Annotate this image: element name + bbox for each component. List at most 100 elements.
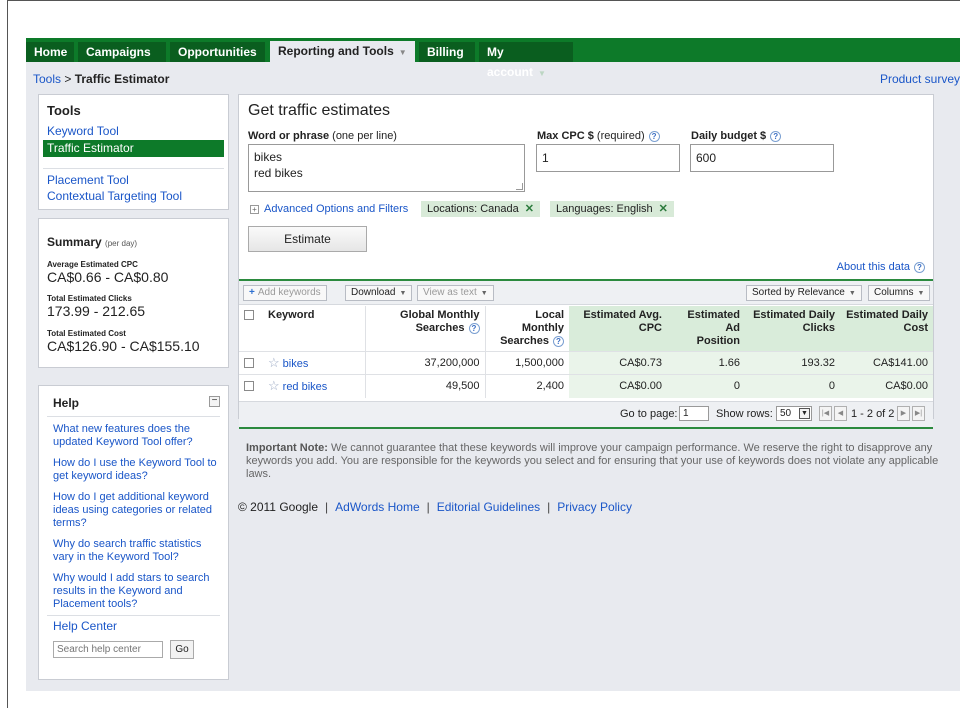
advanced-options-toggle[interactable]: + Advanced Options and Filters [250,203,408,215]
page-number-input[interactable]: 1 [679,406,709,421]
about-this-data[interactable]: About this data? [837,261,925,273]
tab-reporting-and-tools[interactable]: Reporting and Tools ▼ [270,41,415,62]
row-select-cell [239,351,263,375]
prev-page-icon[interactable]: ◀ [834,406,847,421]
avg-cpc-cell: CA$0.73 [569,351,667,375]
breadcrumb-current: Traffic Estimator [74,72,170,86]
help-center-link[interactable]: Help Center [53,620,223,633]
summary-title: Summary (per day) [47,235,138,249]
sidebar-item-keyword-tool[interactable]: Keyword Tool [47,124,119,139]
breadcrumb-separator: > [64,72,72,86]
keywords-textarea[interactable]: bikes red bikes [248,144,525,192]
help-question[interactable]: Why do search traffic statistics vary in… [53,538,223,564]
help-question-icon[interactable]: ? [553,335,564,347]
sidebar-item-traffic-estimator[interactable]: Traffic Estimator [43,140,224,157]
keyword-cell: ☆ red bikes [263,374,366,398]
help-go-button[interactable]: Go [170,640,194,659]
keyword-line: red bikes [254,166,303,180]
max-cpc-input[interactable] [536,144,680,172]
language-filter-chip[interactable]: Languages: English ✕ [550,201,674,217]
col-daily-cost[interactable]: Estimated Daily Cost [840,306,933,352]
help-question-icon[interactable]: ? [914,261,925,273]
help-question-icon[interactable]: ? [468,322,480,334]
col-keyword[interactable]: Keyword [263,306,366,352]
download-button[interactable]: Download ▼ [345,285,413,301]
location-filter-chip[interactable]: Locations: Canada ✕ [421,201,540,217]
editorial-guidelines-link[interactable]: Editorial Guidelines [437,500,540,514]
chevron-down-icon: ▼ [538,69,546,78]
col-avg-cpc[interactable]: Estimated Avg. CPC [569,306,667,352]
chevron-down-icon: ▼ [398,48,407,57]
adwords-home-link[interactable]: AdWords Home [335,500,419,514]
help-question-icon[interactable]: ? [648,130,660,142]
col-global-searches[interactable]: Global Monthly Searches? [365,306,486,352]
page-title: Get traffic estimates [248,102,390,119]
privacy-policy-link[interactable]: Privacy Policy [557,500,632,514]
resize-handle[interactable] [516,183,523,190]
pagination-bar: Go to page: 1 Show rows: 50 ▼ |◀ ◀ 1 - 2 … [239,401,933,427]
star-icon[interactable]: ☆ [268,378,280,393]
col-ad-position[interactable]: Estimated Ad Position [667,306,745,352]
total-cost-value: CA$126.90 - CA$155.10 [47,338,200,354]
global-searches-cell: 49,500 [365,374,486,398]
keyword-line: bikes [254,150,283,164]
frame-border-left [7,0,8,708]
help-title: Help [53,396,80,410]
help-search-input[interactable] [53,641,163,658]
daily-budget-input[interactable] [690,144,834,172]
tab-home[interactable]: Home [26,42,74,62]
product-survey-link[interactable]: Product survey [880,72,960,86]
adwords-app: Home Campaigns Opportunities Reporting a… [26,38,960,691]
rows-per-page-select[interactable]: 50 ▼ [776,406,812,421]
col-daily-clicks[interactable]: Estimated Daily Clicks [745,306,840,352]
select-all-checkbox[interactable] [244,310,254,321]
tab-my-account[interactable]: My account ▼ [479,42,573,79]
close-icon[interactable]: ✕ [659,203,668,215]
daily-budget-label: Daily budget $? [691,130,782,142]
help-panel: Help − What new features does the update… [38,385,229,680]
keyword-cell: ☆ bikes [263,351,366,375]
row-checkbox[interactable] [244,381,254,392]
help-question[interactable]: How do I get additional keyword ideas us… [53,491,223,530]
help-question[interactable]: How do I use the Keyword Tool to get key… [53,457,223,483]
first-page-icon[interactable]: |◀ [819,406,832,421]
star-icon[interactable]: ☆ [268,355,280,370]
daily-clicks-cell: 193.32 [745,351,840,375]
chevron-down-icon: ▼ [848,290,856,297]
word-phrase-label: Word or phrase (one per line) [248,130,397,142]
tab-campaigns[interactable]: Campaigns [78,42,166,62]
estimate-button[interactable]: Estimate [248,226,367,252]
chevron-down-icon: ▼ [799,408,810,419]
table-row: ☆ red bikes 49,500 2,400 CA$0.00 0 0 CA$0… [239,374,933,398]
divider [239,427,933,429]
row-checkbox[interactable] [244,358,254,369]
ad-position-cell: 1.66 [667,351,745,375]
tab-opportunities[interactable]: Opportunities [170,42,265,62]
columns-dropdown[interactable]: Columns ▼ [868,285,931,301]
local-searches-cell: 2,400 [485,374,569,398]
add-keywords-button[interactable]: + Add keywords [243,285,327,301]
sidebar-item-placement-tool[interactable]: Placement Tool [47,173,129,188]
close-icon[interactable]: ✕ [525,203,534,215]
breadcrumb-tools-link[interactable]: Tools [33,72,61,86]
help-question[interactable]: What new features does the updated Keywo… [53,423,223,449]
row-select-cell [239,374,263,398]
avg-cpc-cell: CA$0.00 [569,374,667,398]
copyright: © 2011 Google [238,500,319,514]
tools-title: Tools [47,103,81,118]
divider [47,615,220,616]
next-page-icon[interactable]: ▶ [897,406,910,421]
help-question[interactable]: Why would I add stars to search results … [53,572,223,611]
results-toolbar: + Add keywords Download ▼ View as text ▼ So… [239,281,933,305]
col-local-searches[interactable]: Local Monthly Searches? [485,306,569,352]
table-row: ☆ bikes 37,200,000 1,500,000 CA$0.73 1.66… [239,351,933,375]
sidebar-item-contextual-targeting-tool[interactable]: Contextual Targeting Tool [47,189,182,204]
help-question-icon[interactable]: ? [770,130,782,142]
last-page-icon[interactable]: ▶| [912,406,925,421]
view-as-text-button[interactable]: View as text ▼ [417,285,494,301]
tab-billing[interactable]: Billing [419,42,475,62]
sort-dropdown[interactable]: Sorted by Relevance ▼ [746,285,862,301]
collapse-icon[interactable]: − [209,396,220,407]
max-cpc-label: Max CPC $ (required)? [537,130,660,142]
tools-panel: Tools Keyword Tool Traffic Estimator Pla… [38,94,229,210]
